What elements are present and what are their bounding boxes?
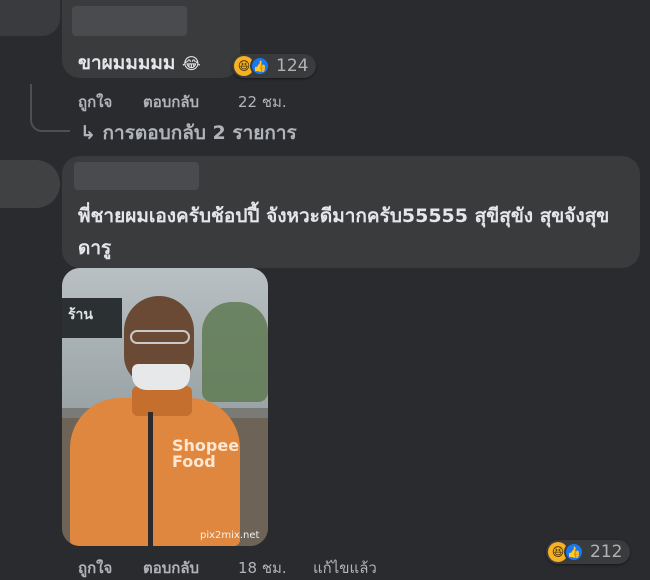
reaction-summary[interactable]: 😆 👍 124: [232, 54, 317, 78]
comment-photo[interactable]: ร้าน Shopee Food pix2mix.net: [62, 268, 268, 546]
avatar[interactable]: [0, 160, 60, 208]
watermark: pix2mix.net: [200, 530, 260, 541]
timestamp[interactable]: 18 ชม.: [238, 559, 287, 577]
avatar[interactable]: [0, 0, 60, 36]
comment-text-body: พี่ชายผมเองครับช้อปปี้ จังหวะดีมากครับ55…: [78, 205, 469, 227]
comment-text: ขาผมมมมม 😂: [78, 48, 201, 78]
reaction-count: 212: [590, 542, 623, 562]
logo-line-2: Food: [172, 452, 216, 471]
orange-jacket: [70, 398, 240, 546]
reply-link[interactable]: ตอบกลับ: [143, 556, 199, 580]
like-link[interactable]: ถูกใจ: [78, 90, 112, 114]
jacket-collar: [132, 386, 192, 416]
blurred-author-name[interactable]: [74, 162, 199, 190]
face-mask: [132, 364, 190, 390]
reaction-summary[interactable]: 😆 👍 212: [546, 540, 631, 564]
glasses: [130, 330, 190, 344]
like-link[interactable]: ถูกใจ: [78, 556, 112, 580]
store-sign-text: ร้าน: [68, 307, 93, 323]
blurred-author-name[interactable]: [72, 6, 187, 36]
reaction-count: 124: [276, 56, 309, 76]
reply-link[interactable]: ตอบกลับ: [143, 90, 199, 114]
thread-connector: [30, 84, 70, 132]
comment-text: พี่ชายผมเองครับช้อปปี้ จังหวะดีมากครับ55…: [78, 200, 628, 264]
like-reaction-icon: 👍: [250, 56, 270, 76]
laughing-emoji: 😂: [182, 54, 201, 73]
comment-text-body: ขาผมมมมม: [78, 52, 176, 74]
view-replies-link[interactable]: ↳ การตอบกลับ 2 รายการ: [80, 118, 297, 148]
tree: [202, 302, 268, 402]
timestamp[interactable]: 22 ชม.: [238, 93, 287, 111]
like-reaction-icon: 👍: [564, 542, 584, 562]
shopee-food-logo: Shopee Food: [172, 438, 239, 470]
edited-label: แก้ไขแล้ว: [313, 559, 377, 577]
bag-strap: [148, 412, 153, 546]
